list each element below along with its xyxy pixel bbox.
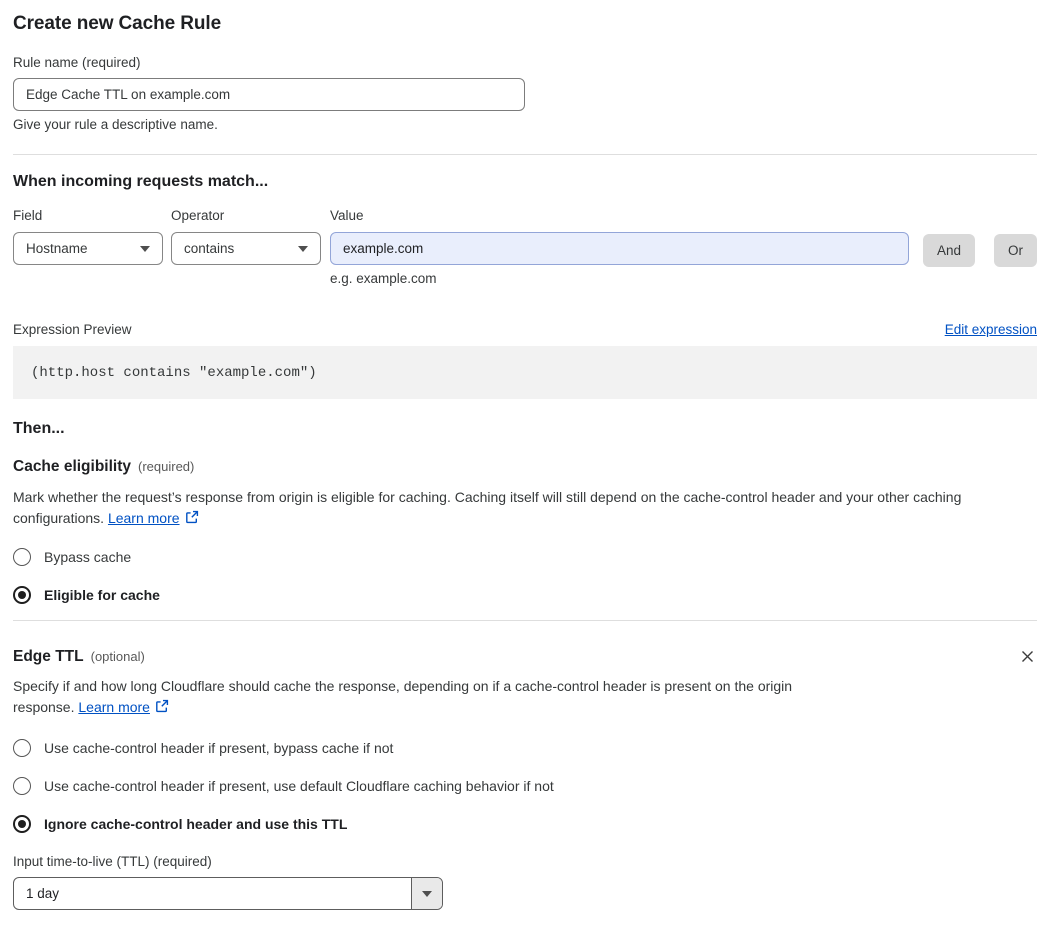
close-edge-ttl-button[interactable] [1018, 647, 1037, 666]
value-label: Value [330, 208, 364, 223]
operator-select-value: contains [184, 241, 235, 256]
rule-name-helper: Give your rule a descriptive name. [13, 117, 218, 132]
radio-use-header-bypass[interactable]: Use cache-control header if present, byp… [13, 739, 1037, 757]
chevron-down-icon [422, 890, 432, 897]
radio-checked-icon[interactable] [13, 586, 31, 604]
expression-preview-row: Expression Preview Edit expression [13, 322, 1037, 337]
radio-label: Bypass cache [44, 549, 132, 565]
ttl-input-label: Input time-to-live (TTL) (required) [13, 854, 212, 869]
external-link-icon [185, 510, 198, 524]
and-button[interactable]: And [922, 234, 975, 267]
radio-label: Ignore cache-control header and use this… [44, 816, 348, 832]
page-title: Create new Cache Rule [13, 13, 222, 34]
ttl-select-value: 1 day [26, 886, 60, 901]
ttl-select-dropdown-button[interactable] [411, 878, 442, 909]
operator-column: Operator contains [171, 208, 321, 265]
edit-expression-link[interactable]: Edit expression [945, 322, 1037, 337]
match-condition-row: Field Hostname Operator contains Value e… [13, 208, 1037, 286]
expression-code: (http.host contains "example.com") [13, 346, 1037, 399]
then-heading: Then... [13, 420, 65, 437]
edge-ttl-header: Edge TTL (optional) [13, 647, 1037, 666]
radio-icon[interactable] [13, 777, 31, 795]
match-heading: When incoming requests match... [13, 173, 269, 190]
field-column: Field Hostname [13, 208, 163, 265]
rule-name-input[interactable] [13, 78, 525, 111]
radio-use-header-default[interactable]: Use cache-control header if present, use… [13, 777, 1037, 795]
ttl-select[interactable]: 1 day [13, 877, 443, 910]
radio-label: Use cache-control header if present, use… [44, 778, 554, 794]
radio-eligible-for-cache[interactable]: Eligible for cache [13, 586, 1037, 604]
edge-ttl-description: Specify if and how long Cloudflare shoul… [13, 676, 845, 718]
cache-eligibility-learn-more-link[interactable]: Learn more [108, 510, 180, 526]
cache-eligibility-header: Cache eligibility (required) [13, 458, 1037, 476]
rule-name-label: Rule name (required) [13, 55, 141, 70]
or-button[interactable]: Or [994, 234, 1037, 267]
cache-eligibility-description: Mark whether the request’s response from… [13, 487, 1025, 529]
radio-ignore-header-use-ttl[interactable]: Ignore cache-control header and use this… [13, 815, 1037, 833]
chevron-down-icon [140, 245, 150, 252]
field-select-value: Hostname [26, 241, 88, 256]
edge-ttl-requirement: (optional) [90, 648, 145, 664]
radio-checked-icon[interactable] [13, 815, 31, 833]
create-cache-rule-form: Create new Cache Rule Rule name (require… [0, 0, 1058, 930]
section-divider [13, 154, 1037, 155]
edge-ttl-learn-more-link[interactable]: Learn more [78, 699, 150, 715]
close-icon [1022, 651, 1033, 662]
value-input[interactable] [330, 232, 909, 265]
chevron-down-icon [298, 245, 308, 252]
edge-ttl-heading: Edge TTL [13, 647, 84, 665]
operator-select[interactable]: contains [171, 232, 321, 265]
external-link-icon [156, 699, 169, 713]
section-divider [13, 620, 1037, 621]
field-label: Field [13, 208, 43, 223]
value-column: Value e.g. example.com [330, 208, 909, 286]
expression-preview-label: Expression Preview [13, 322, 132, 337]
radio-icon[interactable] [13, 548, 31, 566]
radio-bypass-cache[interactable]: Bypass cache [13, 548, 1037, 566]
field-select[interactable]: Hostname [13, 232, 163, 265]
radio-label: Eligible for cache [44, 587, 160, 603]
value-helper: e.g. example.com [330, 271, 437, 286]
cache-eligibility-heading: Cache eligibility [13, 458, 132, 475]
radio-icon[interactable] [13, 739, 31, 757]
operator-label: Operator [171, 208, 225, 223]
radio-label: Use cache-control header if present, byp… [44, 740, 394, 756]
cache-eligibility-requirement: (required) [138, 459, 195, 474]
